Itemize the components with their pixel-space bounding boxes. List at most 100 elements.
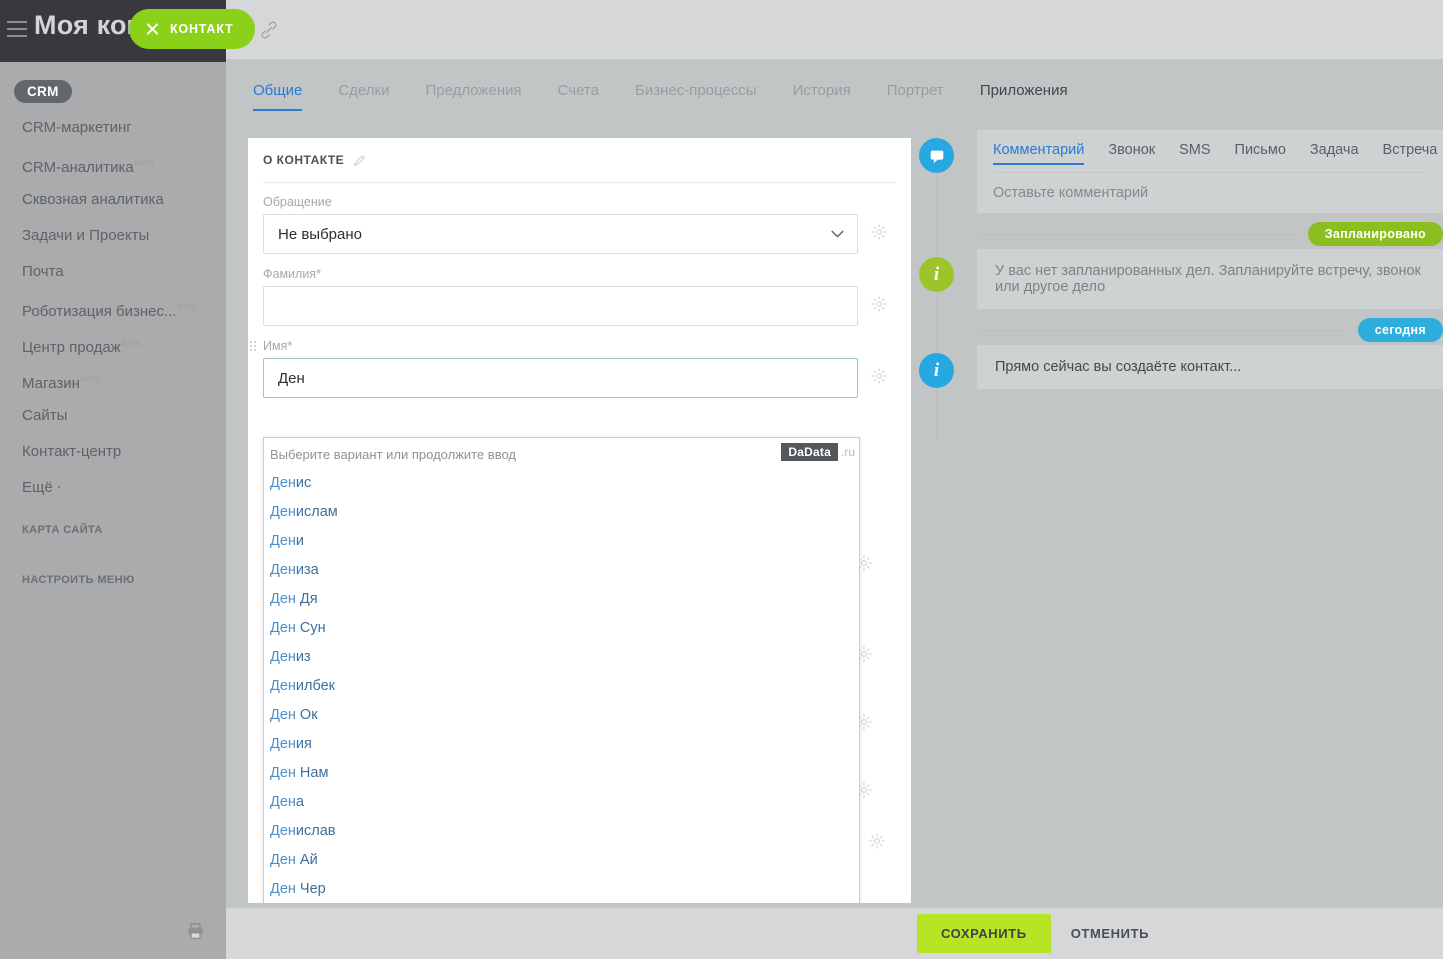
suggestion-matched-prefix: Ден xyxy=(270,620,296,636)
tab-task[interactable]: Задача xyxy=(1310,142,1359,165)
gear-icon[interactable] xyxy=(869,833,885,849)
close-icon[interactable] xyxy=(145,22,160,37)
suggestion-item[interactable]: Ден Сун xyxy=(264,614,859,643)
suggestion-item[interactable]: Ден Нам xyxy=(264,759,859,788)
contact-slider-panel: Общие Сделки Предложения Счета Бизнес-пр… xyxy=(226,0,1443,959)
contact-entity-pill[interactable]: КОНТАКТ xyxy=(129,9,255,49)
suggestion-item[interactable]: Дения xyxy=(264,730,859,759)
sidebar-item-label: Сайты xyxy=(22,407,67,424)
suggestion-item[interactable]: Дениз xyxy=(264,643,859,672)
timeline-separator-scheduled: Запланировано xyxy=(977,219,1443,249)
tab-history[interactable]: История xyxy=(793,82,851,101)
suggestion-item[interactable]: Ден Ок xyxy=(264,701,859,730)
lastname-input[interactable] xyxy=(263,286,858,326)
sidebar-item-contact-center[interactable]: Контакт-центр xyxy=(0,434,226,470)
field-label: Имя* xyxy=(263,339,896,353)
chat-bubble-icon xyxy=(919,138,954,173)
suggestion-matched-prefix: Ден xyxy=(270,591,296,607)
save-button[interactable]: СОХРАНИТЬ xyxy=(917,914,1051,953)
suggestion-rest: Дя xyxy=(296,591,318,607)
suggestion-item[interactable]: Денис xyxy=(264,469,859,498)
suggestion-item[interactable]: Дени xyxy=(264,527,859,556)
salutation-select[interactable]: Не выбрано xyxy=(263,214,858,254)
timeline-entry-text: Прямо сейчас вы создаёте контакт... xyxy=(977,345,1443,389)
suggestion-item[interactable]: Денилбек xyxy=(264,672,859,701)
suggestion-matched-prefix: Ден xyxy=(270,562,296,578)
pencil-icon[interactable] xyxy=(353,154,366,167)
suggestion-matched-prefix: Ден xyxy=(270,823,296,839)
drag-handle-icon[interactable] xyxy=(250,341,257,353)
tab-meeting[interactable]: Встреча xyxy=(1383,142,1438,165)
beta-badge: beta xyxy=(81,374,100,385)
gear-icon[interactable] xyxy=(871,296,887,312)
dadata-badge: DaData xyxy=(781,443,838,461)
suggestion-items: ДенисДенисламДениДенизаДен ДяДен СунДени… xyxy=(264,469,859,903)
tab-bizproc[interactable]: Бизнес-процессы xyxy=(635,82,757,101)
sidebar-item-crm[interactable]: CRM xyxy=(0,74,226,110)
separator-line xyxy=(977,330,1348,331)
gear-icon[interactable] xyxy=(871,368,887,384)
sidebar-item-label: Центр продаж xyxy=(22,339,121,356)
sidebar-item-mail[interactable]: Почта xyxy=(0,254,226,290)
suggestion-rest: Чер xyxy=(296,881,326,897)
suggestion-rest: ия xyxy=(296,736,312,752)
sidebar-item-sites[interactable]: Сайты xyxy=(0,398,226,434)
firstname-input[interactable] xyxy=(263,358,858,398)
timeline-entry-text: У вас нет запланированных дел. Запланиру… xyxy=(977,249,1443,309)
tab-portrait[interactable]: Портрет xyxy=(887,82,944,101)
sidebar-item-more[interactable]: Ещё ⋅ xyxy=(0,470,226,506)
suggestion-matched-prefix: Ден xyxy=(270,794,296,810)
sidebar-item-label: Роботизация бизнес... xyxy=(22,303,177,320)
sidebar-item-crm-analytics[interactable]: CRM-аналитикаbeta xyxy=(0,146,226,182)
tab-email[interactable]: Письмо xyxy=(1235,142,1286,165)
suggestion-item[interactable]: Денислам xyxy=(264,498,859,527)
tab-general[interactable]: Общие xyxy=(253,82,302,101)
field-salutation: Обращение Не выбрано xyxy=(263,195,896,254)
printer-icon[interactable] xyxy=(186,922,205,940)
sidebar-item-label: CRM-аналитика xyxy=(22,159,134,176)
suggestion-rest: Ок xyxy=(296,707,318,723)
sidebar-item-crm-marketing[interactable]: CRM-маркетинг xyxy=(0,110,226,146)
suggestion-item[interactable]: Денислав xyxy=(264,817,859,846)
tab-call[interactable]: Звонок xyxy=(1108,142,1155,165)
suggestion-rest: ис xyxy=(296,475,311,491)
tab-invoices[interactable]: Счета xyxy=(558,82,599,101)
sidebar-item-business-robotization[interactable]: Роботизация бизнес...beta xyxy=(0,290,226,326)
tab-apps[interactable]: Приложения xyxy=(980,82,1068,101)
cancel-button[interactable]: ОТМЕНИТЬ xyxy=(1065,914,1155,953)
tab-deals[interactable]: Сделки xyxy=(338,82,389,101)
contact-form-card: О КОНТАКТЕ Обращение Не выбрано xyxy=(248,138,911,903)
suggestion-item[interactable]: Дена xyxy=(264,788,859,817)
info-icon: i xyxy=(919,353,954,388)
tab-sms[interactable]: SMS xyxy=(1179,142,1210,165)
tab-quotes[interactable]: Предложения xyxy=(425,82,521,101)
gear-icon[interactable] xyxy=(871,224,887,240)
sidebar-item-end-to-end-analytics[interactable]: Сквозная аналитика xyxy=(0,182,226,218)
hamburger-menu-icon[interactable] xyxy=(7,21,27,37)
tab-comment[interactable]: Комментарий xyxy=(993,142,1084,165)
form-action-bar: СОХРАНИТЬ ОТМЕНИТЬ xyxy=(226,907,1443,959)
beta-badge: beta xyxy=(122,338,141,349)
activity-timeline: Комментарий Звонок SMS Письмо Задача Вст… xyxy=(911,130,1443,395)
configure-menu-link[interactable]: НАСТРОИТЬ МЕНЮ xyxy=(22,574,135,586)
suggestion-item[interactable]: Ден Ай xyxy=(264,846,859,875)
sidebar-item-label: CRM-маркетинг xyxy=(22,119,132,136)
sitemap-link[interactable]: КАРТА САЙТА xyxy=(22,524,103,536)
status-badge-today: сегодня xyxy=(1358,318,1443,342)
sidebar-item-label: Сквозная аналитика xyxy=(22,191,164,208)
info-icon: i xyxy=(919,257,954,292)
sidebar-item-tasks-projects[interactable]: Задачи и Проекты xyxy=(0,218,226,254)
sidebar-item-label: Почта xyxy=(22,263,64,280)
suggestion-rest: Сун xyxy=(296,620,326,636)
suggestion-item[interactable]: Ден Дя xyxy=(264,585,859,614)
comment-input[interactable]: Оставьте комментарий xyxy=(993,172,1427,201)
suggestion-matched-prefix: Ден xyxy=(270,707,296,723)
sidebar-item-label: Ещё ⋅ xyxy=(22,479,62,496)
link-icon[interactable] xyxy=(259,20,279,40)
contact-pill-label: КОНТАКТ xyxy=(170,22,233,36)
suggestion-item[interactable]: Дениза xyxy=(264,556,859,585)
suggestion-item[interactable]: Ден Чер xyxy=(264,875,859,903)
sidebar-item-shop[interactable]: Магазинbeta xyxy=(0,362,226,398)
sidebar-item-sales-center[interactable]: Центр продажbeta xyxy=(0,326,226,362)
field-label: Фамилия* xyxy=(263,267,896,281)
